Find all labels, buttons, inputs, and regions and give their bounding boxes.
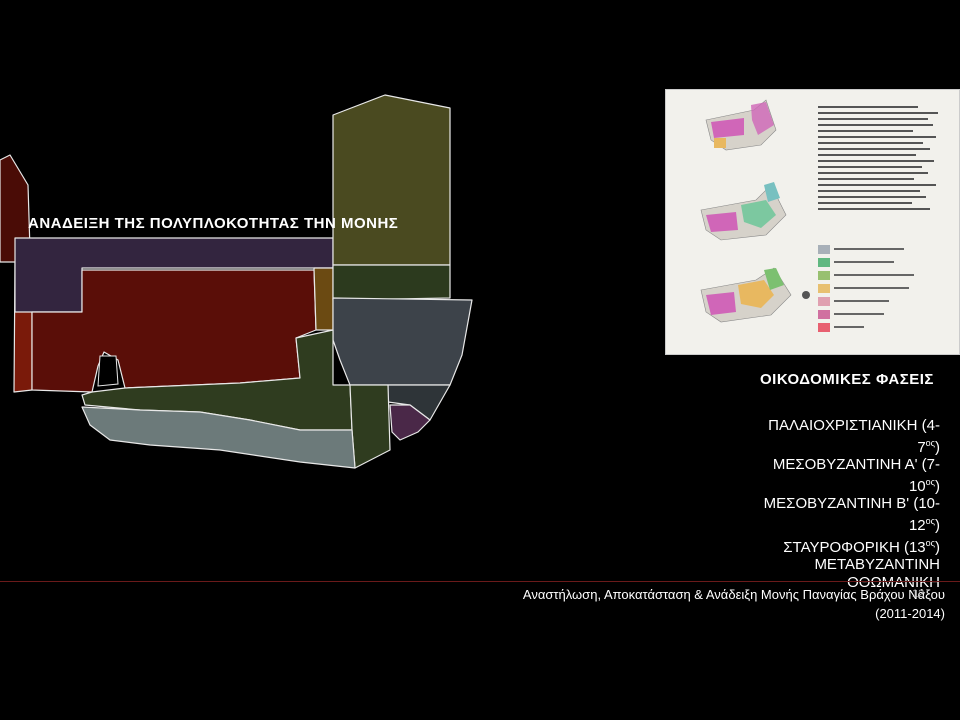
phase-item: ΣΤΑΥΡΟΦΟΡΙΚΗ (13ος) [783, 537, 940, 556]
monastery-plan [0, 94, 473, 469]
plan-thumbnail-2 [700, 182, 787, 241]
footer-line-1: Αναστήλωση, Αποκατάσταση & Ανάδειξη Μονή… [522, 587, 945, 602]
color-legend [818, 245, 914, 332]
plan-thumbnail-1 [705, 99, 777, 151]
page-number: 12 [912, 588, 925, 600]
slide-title: ΑΝΑΔΕΙΞΗ ΤΗΣ ΠΟΛΥΠΛΟΚΟΤΗΤΑΣ ΤΗΝ ΜΟΝΗΣ [28, 215, 399, 232]
footer-caption: Αναστήλωση, Αποκατάσταση & Ανάδειξη Μονή… [500, 585, 945, 623]
footer-divider [0, 581, 960, 582]
plan-zone-slate [332, 297, 473, 386]
phase-item: ΜΕΤΑΒΥΖΑΝΤΙΝΗ [814, 556, 940, 574]
phase-list: ΠΑΛΑΙΟΧΡΙΣΤΙΑΝΙΚΗ (4-7ος) ΜΕΣΟΒΥΖΑΝΤΙΝΗ … [748, 417, 940, 591]
plan-thumbnail-3 [700, 267, 792, 323]
phases-heading: ΟΙΚΟΔΟΜΙΚΕΣ ΦΑΣΕΙΣ [760, 371, 934, 388]
pin-icon [802, 291, 810, 299]
plan-zone-green-column [349, 384, 391, 469]
plan-zone-green-east [332, 264, 451, 301]
footer-line-2: (2011-2014) [875, 606, 945, 621]
phasing-plans-image [665, 89, 960, 355]
phase-item: ΜΕΣΟΒΥΖΑΝΤΙΝΗ Α' (7-10ος) [772, 456, 940, 495]
plan-zone-ochre [313, 267, 334, 331]
legend-text-block [818, 106, 938, 210]
phase-item: ΜΕΣΟΒΥΖΑΝΤΙΝΗ Β' (10-12ος) [763, 495, 940, 534]
phase-item: ΠΑΛΑΙΟΧΡΙΣΤΙΑΝΙΚΗ (4-7ος) [768, 417, 940, 456]
plan-void [97, 355, 119, 387]
plan-zone-olive-tower [332, 94, 451, 266]
